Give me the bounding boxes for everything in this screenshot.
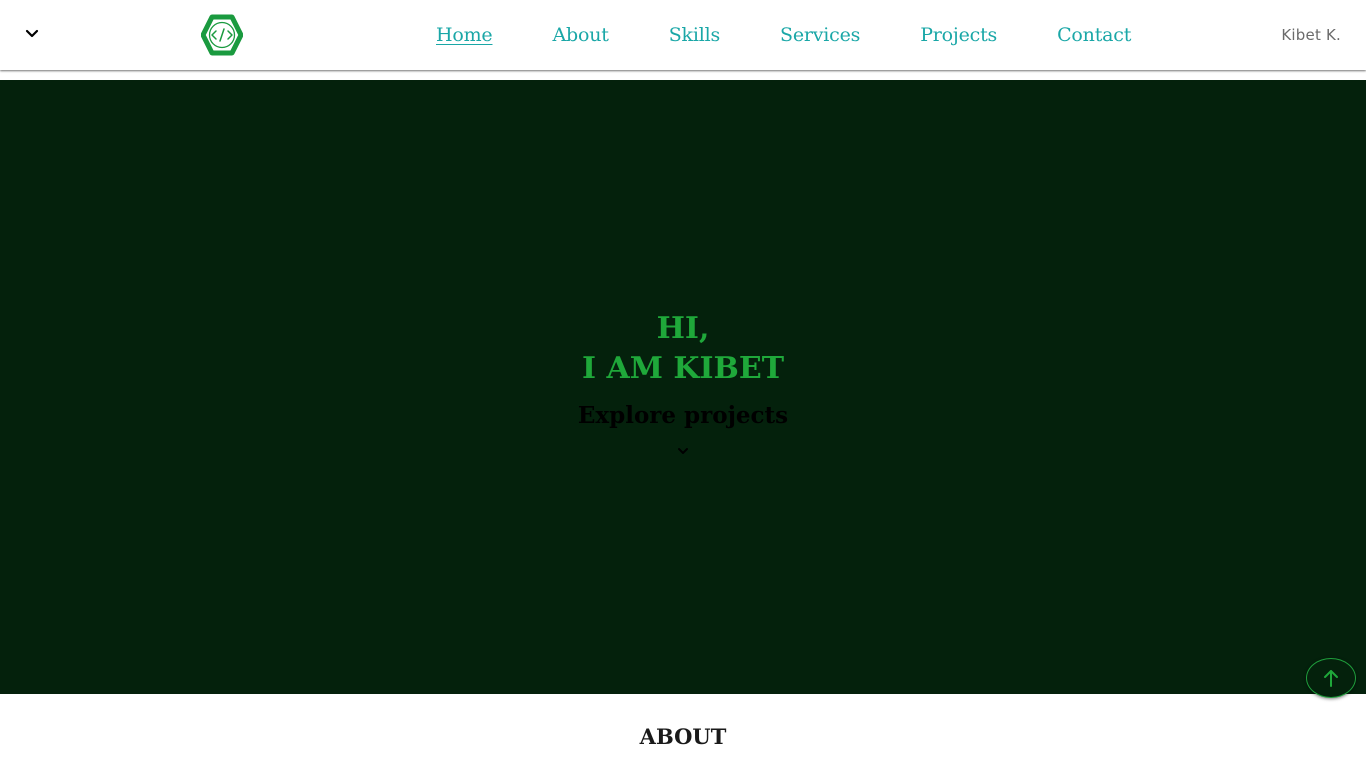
logo[interactable]: [200, 14, 244, 56]
site-header: Home About Skills Services Projects Cont…: [0, 0, 1366, 70]
menu-toggle-button[interactable]: [22, 24, 42, 44]
explore-projects-chevron-button[interactable]: [675, 443, 691, 459]
nav-link-home[interactable]: Home: [436, 24, 493, 46]
hero-greeting-line1: HI,: [656, 311, 710, 346]
code-hexagon-logo-icon: [200, 14, 244, 56]
explore-projects-link[interactable]: Explore projects: [0, 402, 1366, 429]
nav-link-services[interactable]: Services: [780, 24, 860, 46]
about-section-title: ABOUT: [639, 724, 727, 749]
nav-link-skills[interactable]: Skills: [669, 24, 721, 46]
brand-name: Kibet K.: [1281, 26, 1341, 44]
chevron-down-icon: [25, 29, 39, 38]
hero-content: HI, I AM KIBET Explore projects: [0, 309, 1366, 459]
hero-section: HI, I AM KIBET Explore projects: [0, 80, 1366, 694]
nav-link-contact[interactable]: Contact: [1057, 24, 1131, 46]
back-to-top-button[interactable]: [1306, 658, 1356, 698]
chevron-down-icon: [678, 448, 688, 454]
nav-link-about[interactable]: About: [552, 24, 608, 46]
main-nav: Home About Skills Services Projects Cont…: [436, 0, 1191, 70]
hero-greeting: HI, I AM KIBET: [0, 309, 1366, 389]
hero-greeting-line2: I AM KIBET: [581, 351, 785, 386]
arrow-up-icon: [1324, 670, 1338, 687]
nav-link-projects[interactable]: Projects: [920, 24, 997, 46]
